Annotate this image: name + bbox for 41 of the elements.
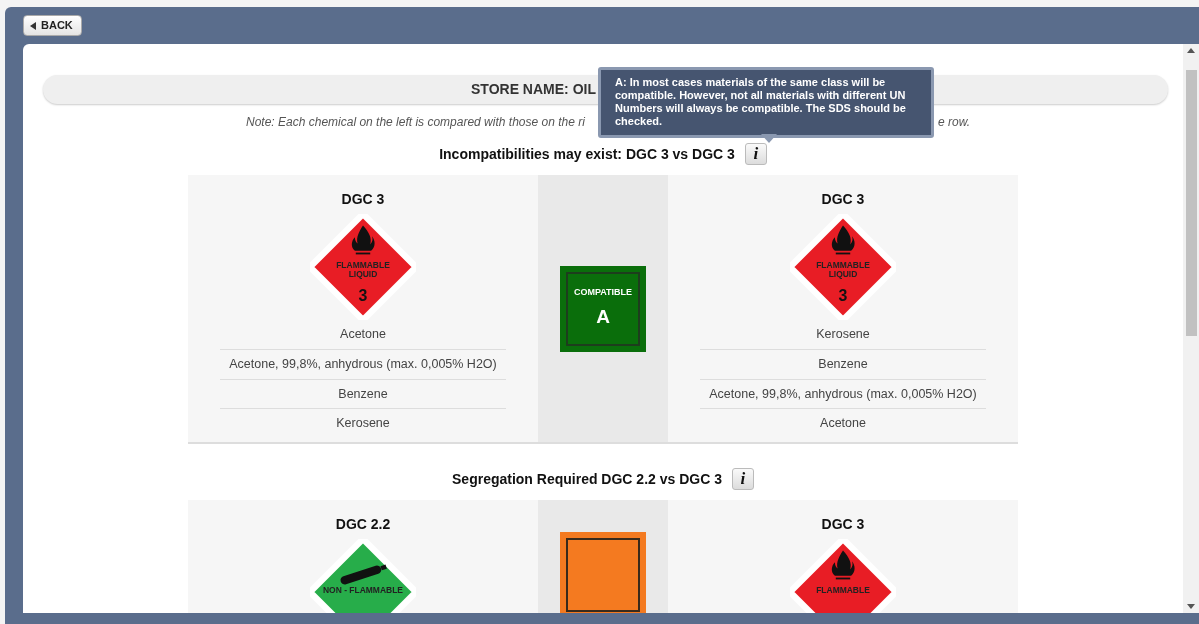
chemical-name: Kerosene (815, 326, 871, 343)
hazard-label-text: FLAMMABLE (816, 585, 870, 596)
badge-label: COMPATIBLE (573, 285, 633, 299)
gas-cylinder-icon (339, 564, 387, 586)
scroll-down-icon[interactable] (1187, 604, 1195, 609)
tooltip: A: In most cases materials of the same class will be compatible. However, not all materials with different UN Numbers will always be compatible. The SDS should be checked. (598, 67, 934, 138)
comparison-heading: Incompatibilities may exist: DGC 3 vs DGC 3 (439, 144, 735, 164)
chemical-name: Acetone, 99,8%, anhydrous (max. 0,005% H2O) (220, 348, 506, 379)
hazard-label-text: LIQUID (348, 268, 378, 279)
scrollbar[interactable] (1183, 44, 1199, 613)
flame-icon (831, 550, 855, 580)
class-heading: DGC 3 (821, 190, 865, 209)
hazard-class-number: 3 (358, 286, 368, 304)
hazard-label-text: LIQUID (828, 268, 858, 279)
info-button[interactable]: i (732, 468, 754, 490)
hazard-label-text: FLAMMABLE (336, 260, 390, 271)
badge-code: A (596, 305, 610, 329)
class-heading: DGC 2.2 (335, 515, 391, 534)
chemical-name: Benzene (220, 378, 506, 409)
chemical-name: Kerosene (220, 408, 506, 438)
flame-icon (351, 225, 375, 255)
chemical-name: Acetone (339, 326, 387, 343)
tooltip-arrow (761, 134, 777, 143)
scrollbar-thumb[interactable] (1186, 70, 1197, 336)
hazard-label-text: FLAMMABLE (816, 260, 870, 271)
chemical-name: Acetone, 99,8%, anhydrous (max. 0,005% H2O) (700, 378, 986, 409)
note-text: e row. (938, 114, 970, 131)
store-name: STORE NAME: OIL (471, 80, 596, 99)
chemical-name: Acetone (700, 408, 986, 438)
hazard-label-text: NON - FLAMMABLE (323, 585, 403, 596)
hazard-class-number: 3 (838, 286, 848, 304)
class-heading: DGC 3 (821, 515, 865, 534)
chemical-name: Benzene (700, 348, 986, 379)
flame-icon (831, 225, 855, 255)
caret-icon (30, 21, 36, 30)
comparison-heading: Segregation Required DGC 2.2 vs DGC 3 (452, 469, 722, 489)
info-button[interactable]: i (744, 143, 767, 165)
scroll-up-icon[interactable] (1187, 48, 1195, 53)
note-text: Note: Each chemical on the left is compared with those on the ri (246, 114, 585, 131)
class-heading: DGC 3 (341, 190, 385, 209)
back-button[interactable]: BACK (23, 15, 82, 36)
